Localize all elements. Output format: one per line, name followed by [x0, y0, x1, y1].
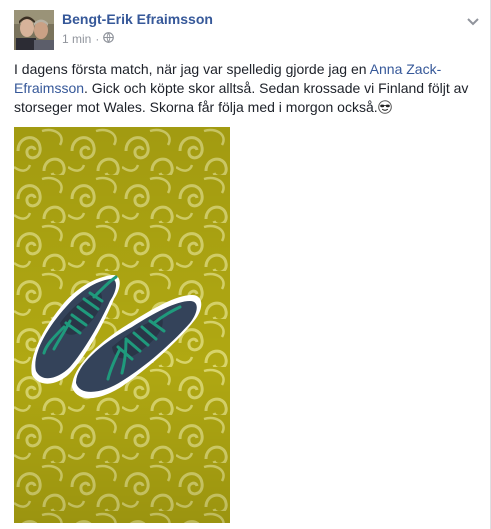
sunglasses-smiley-icon [377, 100, 392, 114]
facebook-post: Bengt-Erik Efraimsson 1 min · I dagens f… [0, 0, 491, 529]
post-time[interactable]: 1 min [62, 32, 91, 46]
author-name[interactable]: Bengt-Erik Efraimsson [62, 11, 213, 27]
chevron-down-icon[interactable] [466, 14, 480, 26]
sneakers-on-carpet-photo [14, 127, 230, 523]
profile-photo [14, 10, 54, 50]
post-text: I dagens första match, när jag var spell… [14, 60, 480, 117]
post-meta: 1 min · [62, 32, 115, 46]
avatar[interactable] [14, 10, 54, 50]
meta-separator: · [95, 32, 100, 46]
post-text-part1: I dagens första match, när jag var spell… [14, 61, 370, 77]
globe-icon[interactable] [103, 32, 115, 46]
post-photo[interactable] [14, 127, 230, 523]
